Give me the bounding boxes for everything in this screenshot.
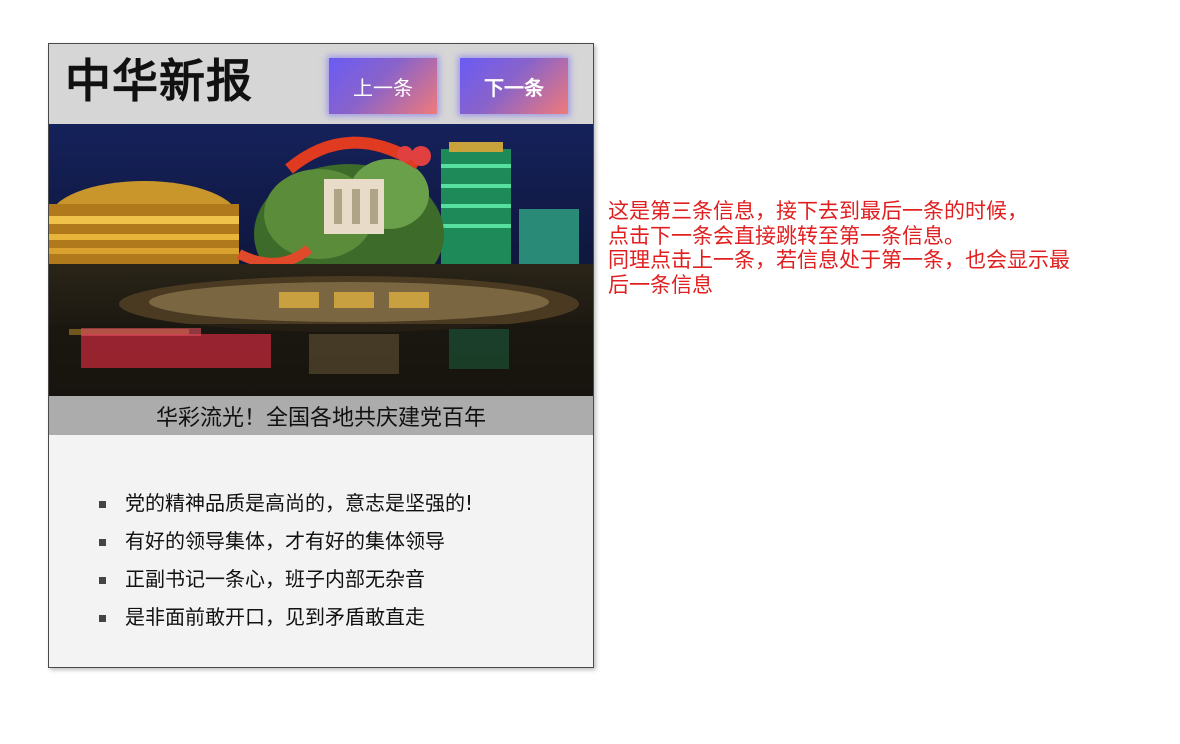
bullet-list: 党的精神品质是高尚的，意志是坚强的! 有好的领导集体，才有好的集体领导 正副书记… (97, 484, 473, 636)
list-item: 是非面前敢开口，见到矛盾敢直走 (97, 598, 473, 636)
list-item-text: 是非面前敢开口，见到矛盾敢直走 (125, 605, 425, 629)
list-item: 有好的领导集体，才有好的集体领导 (97, 522, 473, 560)
night-square-illustration (49, 124, 593, 396)
newspaper-title: 中华新报 (65, 54, 253, 108)
next-button[interactable]: 下一条 (460, 58, 568, 114)
square-bullet-icon (99, 615, 106, 622)
note-line: 后一条信息 (608, 272, 713, 297)
note-line: 同理点击上一条，若信息处于第一条，也会显示最 (608, 248, 1070, 272)
square-bullet-icon (99, 577, 106, 584)
square-bullet-icon (99, 539, 106, 546)
list-item-text: 有好的领导集体，才有好的集体领导 (125, 529, 445, 553)
news-card: 中华新报 上一条 下一条 华彩流光！全国各地共庆建党百年 党的精神品质是高尚的，… (48, 43, 594, 668)
list-item-text: 正副书记一条心，班子内部无杂音 (125, 567, 425, 591)
note-line: 点击下一条会直接跳转至第一条信息。 (608, 223, 965, 248)
explanation-note: 这是第三条信息，接下去到最后一条的时候， 点击下一条会直接跳转至第一条信息。 同… (608, 199, 1168, 297)
list-item: 正副书记一条心，班子内部无杂音 (97, 560, 473, 598)
square-bullet-icon (99, 501, 106, 508)
list-item: 党的精神品质是高尚的，意志是坚强的! (97, 484, 473, 522)
news-header: 中华新报 上一条 下一条 (49, 44, 593, 124)
note-line: 这是第三条信息，接下去到最后一条的时候， (608, 199, 1028, 223)
photo-caption: 华彩流光！全国各地共庆建党百年 (49, 396, 593, 435)
list-item-text: 党的精神品质是高尚的，意志是坚强的! (125, 491, 474, 515)
news-photo (49, 124, 593, 396)
prev-button[interactable]: 上一条 (329, 58, 437, 114)
